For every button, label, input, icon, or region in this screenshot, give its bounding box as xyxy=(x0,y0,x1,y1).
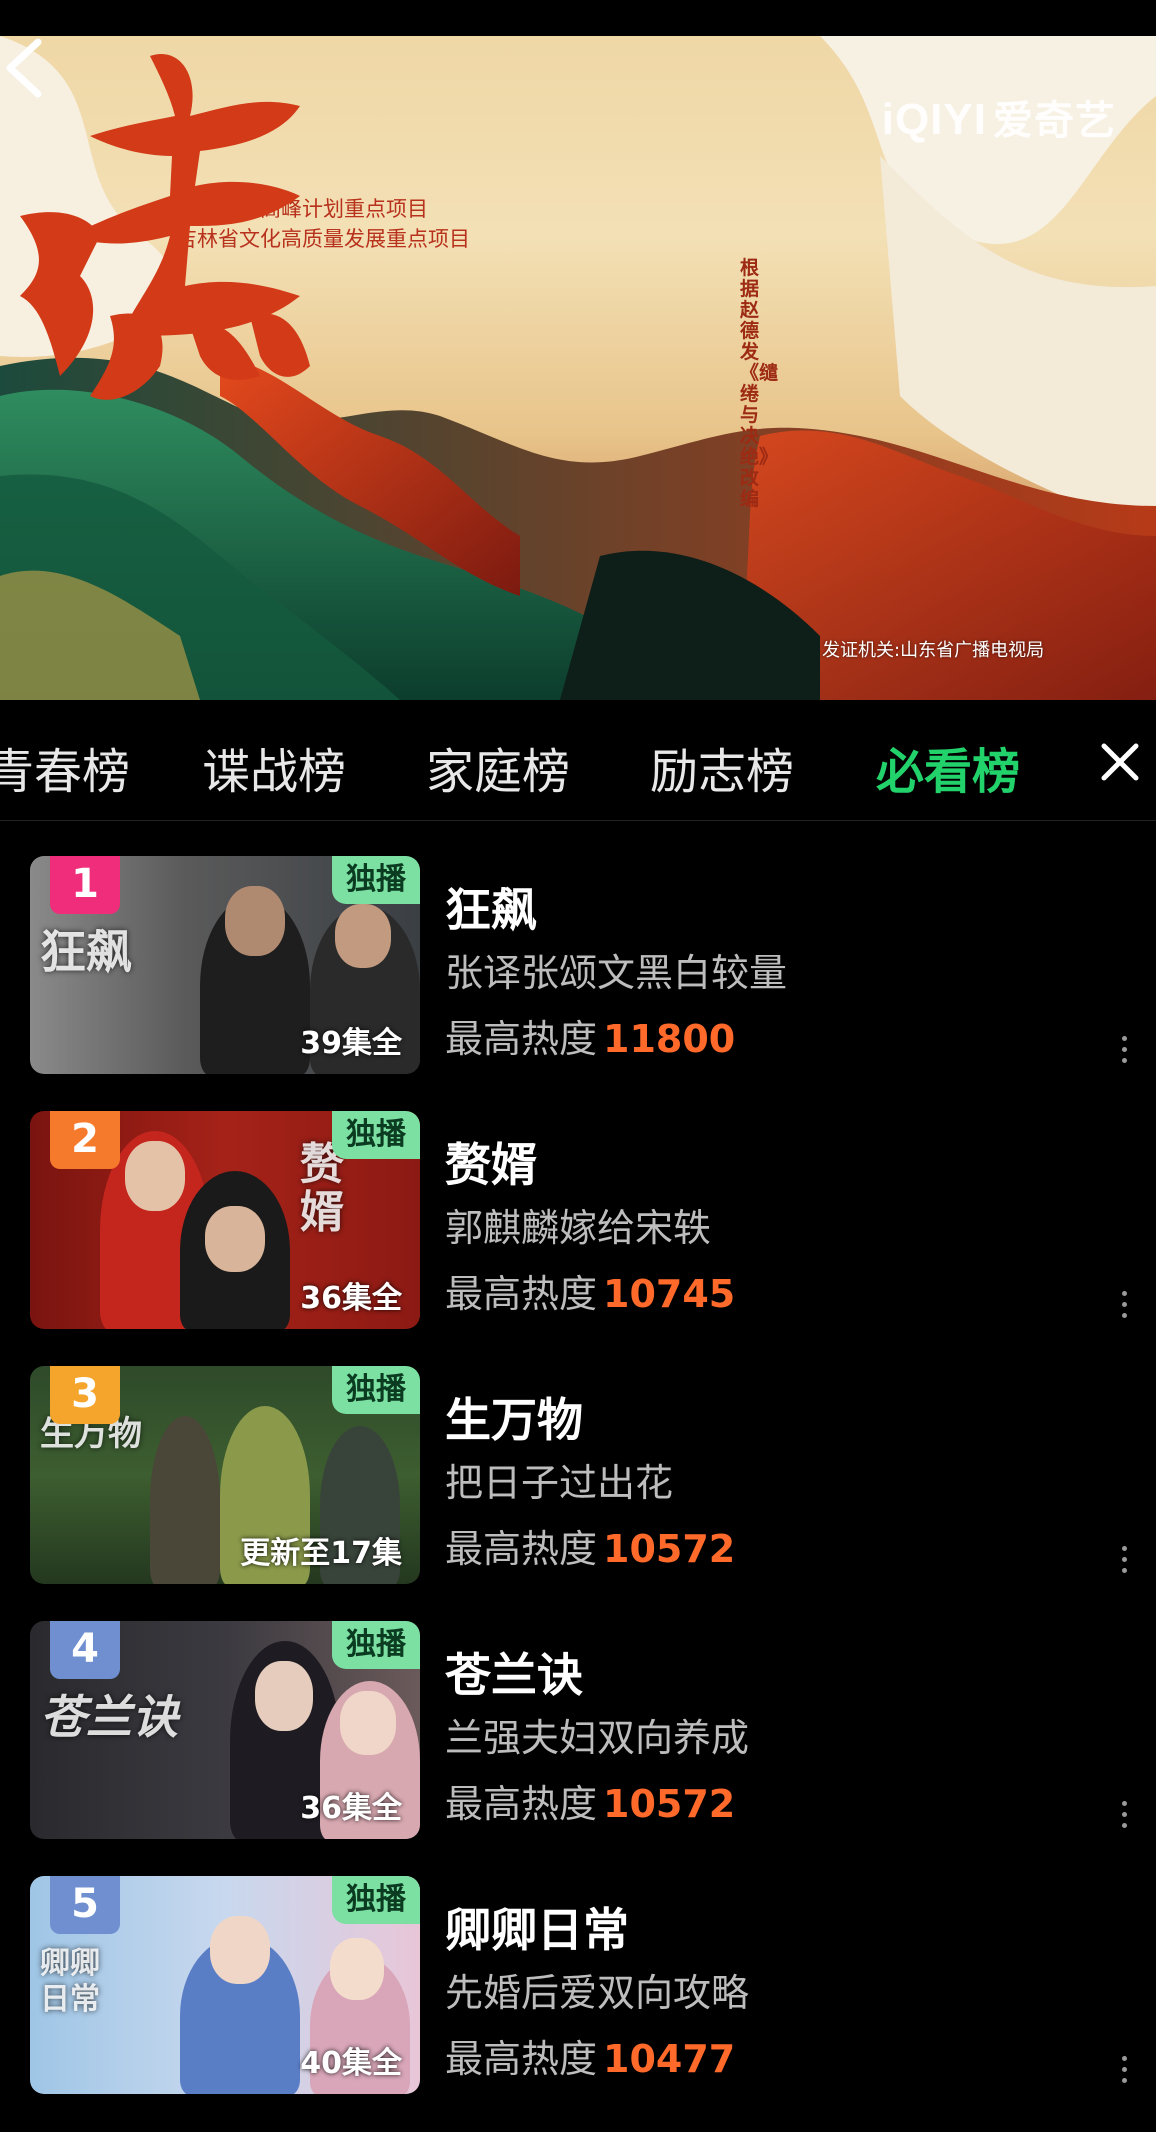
rank-badge: 4 xyxy=(50,1621,120,1679)
rank-badge: 1 xyxy=(50,856,120,914)
list-item[interactable]: 卿卿日常 5 独播 40集全 卿卿日常 先婚后爱双向攻略 最高热度 10477 xyxy=(0,1876,1156,2096)
episode-count: 36集全 xyxy=(300,1791,402,1826)
list-item[interactable]: 生万物 3 独播 更新至17集 生万物 把日子过出花 最高热度 10572 xyxy=(0,1366,1156,1586)
show-subtitle: 先婚后爱双向攻略 xyxy=(445,1971,750,2015)
show-title[interactable]: 赘婿 xyxy=(445,1129,537,1195)
poster-thumbnail[interactable]: 狂飙 1 独播 39集全 xyxy=(30,856,420,1074)
tab-inspirational[interactable]: 励志榜 xyxy=(650,732,794,802)
more-vertical-icon[interactable] xyxy=(1118,1287,1130,1329)
more-vertical-icon[interactable] xyxy=(1118,1797,1130,1839)
more-vertical-icon[interactable] xyxy=(1118,1542,1130,1584)
episode-count: 40集全 xyxy=(300,2046,402,2081)
rank-badge: 3 xyxy=(50,1366,120,1424)
episode-count: 36集全 xyxy=(300,1281,402,1316)
rank-badge: 2 xyxy=(50,1111,120,1169)
poster-title: 卿卿日常 xyxy=(40,1946,100,2017)
rank-badge: 5 xyxy=(50,1876,120,1934)
exclusive-badge: 独播 xyxy=(332,1366,420,1414)
more-vertical-icon[interactable] xyxy=(1118,2052,1130,2094)
list-item[interactable]: 狂飙 1 独播 39集全 狂飙 张译张颂文黑白较量 最高热度 11800 xyxy=(0,856,1156,1076)
show-subtitle: 把日子过出花 xyxy=(445,1461,674,1505)
hero-banner[interactable]: iQIYI 爱奇艺 齐鲁文艺高峰计划重点项目 吉林省文化高质量发展重点项目 根据赵… xyxy=(0,36,1156,700)
heat-score: 最高热度 10745 xyxy=(445,1272,736,1316)
tab-must-watch[interactable]: 必看榜 xyxy=(876,732,1020,802)
ranking-tabs: 青春榜 谍战榜 家庭榜 励志榜 必看榜 xyxy=(0,700,1156,821)
exclusive-badge: 独播 xyxy=(332,1876,420,1924)
iqiyi-logo: iQIYI 爱奇艺 xyxy=(881,95,1116,144)
poster-thumbnail[interactable]: 赘婿 2 独播 36集全 xyxy=(30,1111,420,1329)
license-text: 发证机关:山东省广播电视局 xyxy=(822,640,1045,661)
tab-family[interactable]: 家庭榜 xyxy=(426,732,570,802)
poster-thumbnail[interactable]: 卿卿日常 5 独播 40集全 xyxy=(30,1876,420,2094)
tab-youth[interactable]: 青春榜 xyxy=(0,732,130,802)
poster-thumbnail[interactable]: 苍兰诀 4 独播 36集全 xyxy=(30,1621,420,1839)
heat-score: 最高热度 10572 xyxy=(445,1782,736,1826)
status-bar xyxy=(0,0,1156,36)
list-item[interactable]: 赘婿 2 独播 36集全 赘婿 郭麒麟嫁给宋轶 最高热度 10745 xyxy=(0,1111,1156,1331)
list-item[interactable]: 苍兰诀 4 独播 36集全 苍兰诀 兰强夫妇双向养成 最高热度 10572 xyxy=(0,1621,1156,1841)
exclusive-badge: 独播 xyxy=(332,1111,420,1159)
heat-score: 最高热度 11800 xyxy=(445,1017,736,1061)
show-subtitle: 张译张颂文黑白较量 xyxy=(445,951,788,995)
heat-score: 最高热度 10572 xyxy=(445,1527,736,1571)
adaptation-credit: 根据赵德发《缱绻与决绝》改编 xyxy=(740,257,779,510)
show-title[interactable]: 狂飙 xyxy=(445,874,537,940)
show-title-calligraphy xyxy=(20,54,310,400)
exclusive-badge: 独播 xyxy=(332,856,420,904)
poster-title: 苍兰诀 xyxy=(40,1690,178,1744)
tab-spy[interactable]: 谍战榜 xyxy=(202,732,346,802)
poster-title: 狂飙 xyxy=(40,925,132,979)
episode-count: 更新至17集 xyxy=(240,1536,402,1571)
poster-title: 赘婿 xyxy=(300,1139,344,1238)
show-subtitle: 兰强夫妇双向养成 xyxy=(445,1716,750,1760)
poster-thumbnail[interactable]: 生万物 3 独播 更新至17集 xyxy=(30,1366,420,1584)
exclusive-badge: 独播 xyxy=(332,1621,420,1669)
show-title[interactable]: 卿卿日常 xyxy=(445,1894,629,1960)
show-subtitle: 郭麒麟嫁给宋轶 xyxy=(445,1206,712,1250)
show-title[interactable]: 生万物 xyxy=(445,1384,583,1450)
episode-count: 39集全 xyxy=(300,1026,402,1061)
close-icon[interactable] xyxy=(1098,740,1142,784)
heat-score: 最高热度 10477 xyxy=(445,2037,736,2081)
more-vertical-icon[interactable] xyxy=(1118,1032,1130,1074)
show-title[interactable]: 苍兰诀 xyxy=(445,1639,583,1705)
